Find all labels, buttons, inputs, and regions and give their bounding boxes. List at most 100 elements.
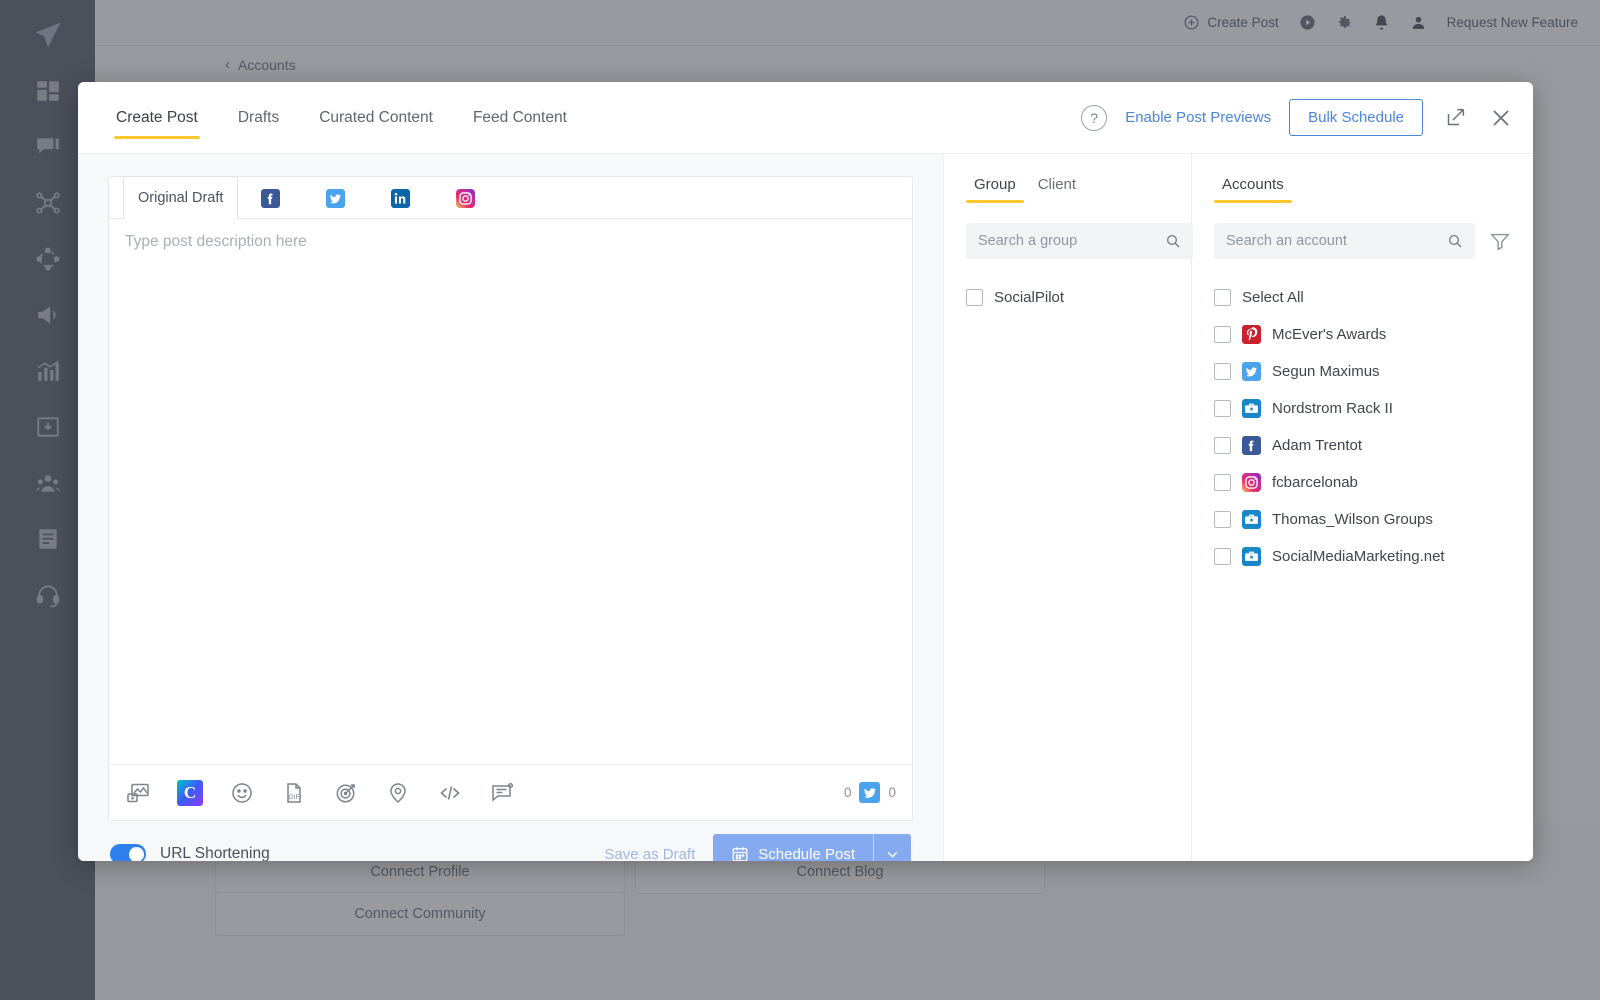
- bulk-schedule-button[interactable]: Bulk Schedule: [1289, 99, 1423, 136]
- select-all-row[interactable]: Select All: [1214, 279, 1511, 316]
- tab-feed-content[interactable]: Feed Content: [453, 82, 587, 153]
- accounts-pane: Accounts: [1192, 154, 1533, 861]
- draft-tab-linkedin[interactable]: [368, 177, 433, 218]
- code-embed-icon[interactable]: [437, 780, 463, 806]
- url-shortening-label: URL Shortening: [160, 845, 270, 861]
- search-icon: [1447, 233, 1463, 249]
- pinterest-icon: [1242, 325, 1261, 344]
- account-label: Nordstrom Rack II: [1272, 400, 1393, 417]
- facebook-icon: [261, 189, 280, 208]
- save-as-draft-button[interactable]: Save as Draft: [604, 846, 695, 862]
- group-search-input[interactable]: [978, 233, 1165, 249]
- help-label: ?: [1090, 110, 1098, 126]
- tab-drafts[interactable]: Drafts: [218, 82, 299, 153]
- tab-label: Create Post: [116, 109, 198, 127]
- schedule-dropdown-caret[interactable]: [873, 834, 911, 861]
- group-list-item[interactable]: SocialPilot: [966, 279, 1169, 316]
- account-label: Segun Maximus: [1272, 363, 1380, 380]
- svg-text:GIF: GIF: [289, 794, 300, 801]
- minimize-corner-icon[interactable]: [1441, 104, 1469, 132]
- account-row-twitter[interactable]: Segun Maximus: [1214, 353, 1511, 390]
- account-search-box[interactable]: [1214, 223, 1475, 259]
- media-video-icon[interactable]: [125, 780, 151, 806]
- account-label: fcbarcelonab: [1272, 474, 1358, 491]
- tab-label: Feed Content: [473, 109, 567, 127]
- draft-tab-instagram[interactable]: [433, 177, 498, 218]
- account-row-linkedin-page-2[interactable]: Thomas_Wilson Groups: [1214, 501, 1511, 538]
- linkedin-icon: [391, 189, 410, 208]
- account-label: Thomas_Wilson Groups: [1272, 511, 1433, 528]
- toggle-knob: [129, 847, 144, 862]
- canva-icon[interactable]: C: [177, 780, 203, 806]
- account-row-linkedin-page-3[interactable]: SocialMediaMarketing.net: [1214, 538, 1511, 575]
- url-shortening-toggle[interactable]: [110, 844, 146, 861]
- target-utm-icon[interactable]: [333, 780, 359, 806]
- counter-left-value: 0: [844, 785, 852, 800]
- account-checkbox[interactable]: [1214, 363, 1231, 380]
- account-checkbox[interactable]: [1214, 548, 1231, 565]
- twitter-icon: [326, 189, 345, 208]
- tab-label: Accounts: [1222, 176, 1284, 193]
- account-row-linkedin-page-1[interactable]: Nordstrom Rack II: [1214, 390, 1511, 427]
- account-checkbox[interactable]: [1214, 326, 1231, 343]
- calendar-icon: [731, 845, 749, 861]
- group-search-box[interactable]: [966, 223, 1193, 259]
- character-counter: 0 0: [844, 782, 896, 803]
- post-editor[interactable]: Type post description here: [109, 219, 912, 764]
- modal-body: Original Draft: [78, 154, 1533, 861]
- composer-footer: URL Shortening Save as Draft: [108, 825, 913, 861]
- filter-funnel-icon[interactable]: [1489, 230, 1511, 252]
- emoji-smiley-icon[interactable]: [229, 780, 255, 806]
- tab-curated-content[interactable]: Curated Content: [299, 82, 453, 153]
- group-pane: Group Client: [944, 154, 1192, 861]
- group-tab-bar: Group Client: [966, 176, 1169, 203]
- counter-twitter-icon: [859, 782, 880, 803]
- select-all-checkbox[interactable]: [1214, 289, 1231, 306]
- draft-tab-facebook[interactable]: [238, 177, 303, 218]
- close-x-icon[interactable]: [1487, 104, 1515, 132]
- account-checkbox[interactable]: [1214, 474, 1231, 491]
- note-comment-icon[interactable]: [489, 780, 515, 806]
- group-list: SocialPilot: [966, 279, 1169, 316]
- search-icon: [1165, 233, 1181, 249]
- group-checkbox[interactable]: [966, 289, 983, 306]
- gif-file-icon[interactable]: GIF: [281, 780, 307, 806]
- editor-toolbar: C GIF: [109, 764, 912, 820]
- facebook-icon: [1242, 436, 1261, 455]
- composer-column: Original Draft: [78, 154, 943, 861]
- tab-client[interactable]: Client: [1030, 176, 1084, 203]
- account-row-facebook[interactable]: Adam Trentot: [1214, 427, 1511, 464]
- linkedin-page-icon: [1242, 510, 1261, 529]
- draft-tab-label: Original Draft: [138, 190, 223, 206]
- instagram-icon: [456, 189, 475, 208]
- tab-label: Drafts: [238, 109, 279, 127]
- account-checkbox[interactable]: [1214, 400, 1231, 417]
- accounts-list: Select All McEver's Awards: [1214, 279, 1511, 575]
- location-pin-icon[interactable]: [385, 780, 411, 806]
- account-row-pinterest[interactable]: McEver's Awards: [1214, 316, 1511, 353]
- modal-tab-bar: Create Post Drafts Curated Content Feed …: [92, 82, 587, 153]
- modal-header-actions: ? Enable Post Previews Bulk Schedule: [1081, 99, 1515, 136]
- twitter-icon: [1242, 362, 1261, 381]
- modal-header: Create Post Drafts Curated Content Feed …: [78, 82, 1533, 154]
- tab-group[interactable]: Group: [966, 176, 1024, 203]
- canva-letter: C: [184, 783, 196, 803]
- linkedin-page-icon: [1242, 547, 1261, 566]
- account-checkbox[interactable]: [1214, 437, 1231, 454]
- account-checkbox[interactable]: [1214, 511, 1231, 528]
- counter-right-value: 0: [888, 785, 896, 800]
- account-row-instagram[interactable]: fcbarcelonab: [1214, 464, 1511, 501]
- account-label: SocialMediaMarketing.net: [1272, 548, 1445, 565]
- instagram-icon: [1242, 473, 1261, 492]
- enable-post-previews-link[interactable]: Enable Post Previews: [1125, 109, 1271, 126]
- draft-tab-twitter[interactable]: [303, 177, 368, 218]
- help-question-icon[interactable]: ?: [1081, 105, 1107, 131]
- schedule-post-button[interactable]: Schedule Post: [713, 834, 873, 861]
- tab-accounts[interactable]: Accounts: [1214, 176, 1292, 203]
- draft-tab-original[interactable]: Original Draft: [123, 176, 238, 219]
- account-search-input[interactable]: [1226, 233, 1447, 249]
- linkedin-page-icon: [1242, 399, 1261, 418]
- chevron-down-icon: [885, 847, 900, 862]
- group-search-row: [966, 223, 1169, 259]
- tab-create-post[interactable]: Create Post: [96, 82, 218, 153]
